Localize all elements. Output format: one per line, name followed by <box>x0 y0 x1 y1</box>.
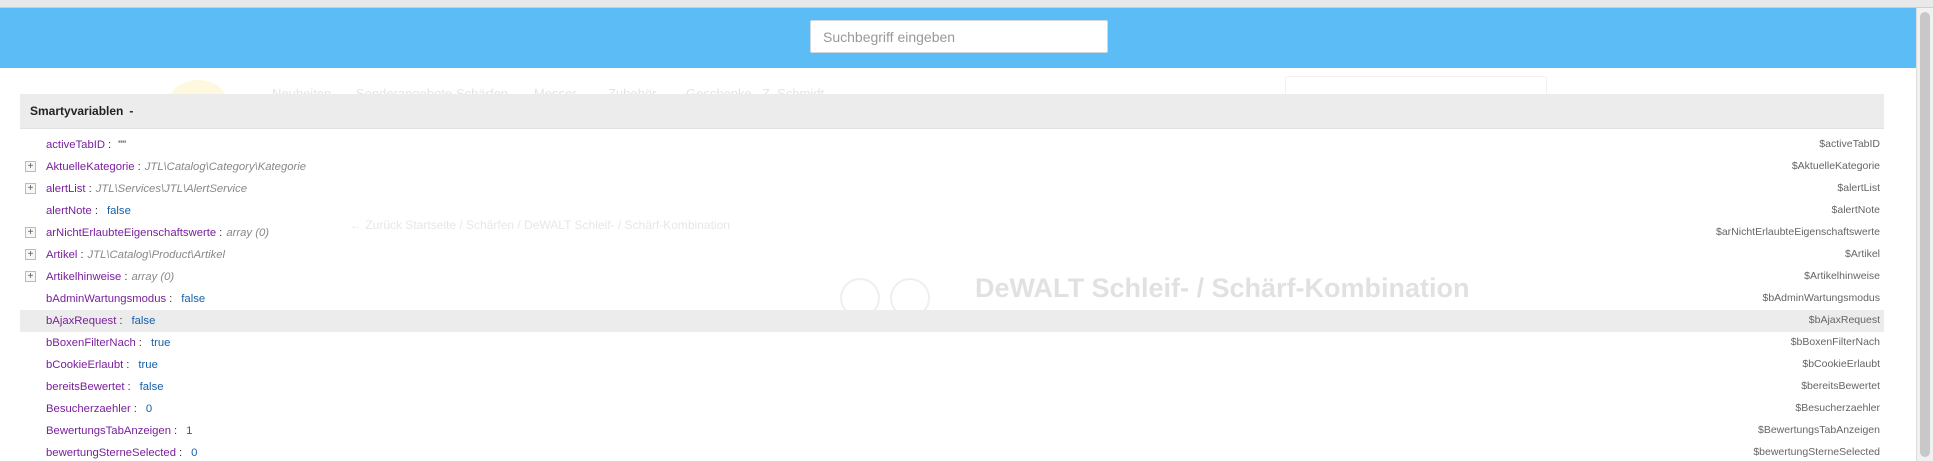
panel-title: Smartyvariablen <box>30 104 124 118</box>
separator: : <box>127 381 131 393</box>
variable-row: alertNote: false $alertNote <box>20 200 1884 222</box>
collapse-toggle[interactable]: - <box>129 104 133 118</box>
variable-name[interactable]: Artikelhinweise <box>46 271 121 283</box>
variable-path: $Artikelhinweise <box>1804 270 1880 282</box>
expand-icon[interactable]: + <box>25 271 36 282</box>
smarty-debug-panel: Smartyvariablen - activeTabID: "" $activeT… <box>20 94 1884 461</box>
variable-value: array (0) <box>131 271 175 283</box>
separator: : <box>219 227 223 239</box>
variable-path: $bAjaxRequest <box>1808 314 1880 326</box>
variable-name: bewertungSterneSelected <box>46 447 177 459</box>
variable-name[interactable]: alertList <box>46 183 86 195</box>
variable-path: $arNichtErlaubteEigenschaftswerte <box>1715 226 1880 238</box>
variable-row: bAdminWartungsmodus: false $bAdminWartungs… <box>20 288 1884 310</box>
variable-row: BewertungsTabAnzeigen:1 $BewertungsTabAnz… <box>20 420 1884 442</box>
expand-icon[interactable]: + <box>25 183 36 194</box>
variable-value: JTL\Catalog\Product\Artikel <box>87 249 226 261</box>
variable-name: bAjaxRequest <box>46 315 117 327</box>
variable-name: bereitsBewertet <box>46 381 125 393</box>
variable-row: + AktuelleKategorie: JTL\Catalog\Category\… <box>20 156 1884 178</box>
variable-row: + Artikel: JTL\Catalog\Product\Artikel $Art… <box>20 244 1884 266</box>
variable-value: false <box>106 205 131 217</box>
separator: : <box>169 293 173 305</box>
scrollbar-thumb[interactable] <box>1920 12 1930 457</box>
variable-value: 0 <box>191 447 198 459</box>
variable-value: false <box>181 293 206 305</box>
separator: : <box>126 359 130 371</box>
separator: : <box>94 205 98 217</box>
search-header <box>0 8 1916 68</box>
variable-row: activeTabID: "" $activeTabID <box>20 134 1884 156</box>
separator: : <box>124 271 128 283</box>
variable-name: Besucherzaehler <box>46 403 131 415</box>
expand-icon[interactable]: + <box>25 249 36 260</box>
variable-row: bBoxenFilterNach: true $bBoxenFilterNach <box>20 332 1884 354</box>
variable-row: + Artikelhinweise: array (0) $Artikelhinwei… <box>20 266 1884 288</box>
separator: : <box>173 425 178 437</box>
variable-row: + arNichtErlaubteEigenschaftswerte: array … <box>20 222 1884 244</box>
variable-path: $bCookieErlaubt <box>1802 358 1880 370</box>
variable-path: $bBoxenFilterNach <box>1790 336 1880 348</box>
variable-value: false <box>131 315 156 327</box>
variable-value: array (0) <box>226 227 269 239</box>
variable-value: JTL\Catalog\Category\Kategorie <box>144 161 307 173</box>
separator: : <box>137 161 141 173</box>
variable-path: $alertNote <box>1831 204 1880 216</box>
variable-path: $bewertungSterneSelected <box>1753 446 1880 458</box>
variable-value: JTL\Services\JTL\AlertService <box>95 183 247 195</box>
expand-icon[interactable]: + <box>25 161 36 172</box>
separator: : <box>80 249 84 261</box>
variable-row: bAjaxRequest: false $bAjaxRequest <box>20 310 1884 332</box>
separator: : <box>133 403 137 415</box>
variable-value: 1 <box>186 425 193 437</box>
panel-header[interactable]: Smartyvariablen - <box>20 94 1884 129</box>
variable-name: alertNote <box>46 205 92 217</box>
variable-row: Besucherzaehler:0 $Besucherzaehler <box>20 398 1884 420</box>
variable-name[interactable]: Artikel <box>46 249 77 261</box>
variable-path: $bAdminWartungsmodus <box>1762 292 1881 304</box>
expand-icon[interactable]: + <box>25 227 36 238</box>
variable-path: $BewertungsTabAnzeigen <box>1757 424 1880 436</box>
variable-path: $AktuelleKategorie <box>1791 160 1880 172</box>
variable-list: activeTabID: "" $activeTabID + AktuelleKateg… <box>20 134 1884 461</box>
variable-path: $Besucherzaehler <box>1795 402 1880 414</box>
variable-name[interactable]: AktuelleKategorie <box>46 161 135 173</box>
variable-path: $alertList <box>1837 182 1880 194</box>
separator: : <box>108 139 112 151</box>
variable-row: bereitsBewertet: false $bereitsBewertet <box>20 376 1884 398</box>
variable-name: bBoxenFilterNach <box>46 337 136 349</box>
variable-row: bCookieErlaubt: true $bCookieErlaubt <box>20 354 1884 376</box>
variable-path: $activeTabID <box>1819 138 1880 150</box>
browser-top-edge <box>0 0 1933 8</box>
search-input[interactable] <box>810 20 1108 53</box>
variable-name: BewertungsTabAnzeigen <box>46 425 171 437</box>
variable-value: true <box>150 337 171 349</box>
separator: : <box>179 447 183 459</box>
variable-name: bCookieErlaubt <box>46 359 124 371</box>
variable-path: $bereitsBewertet <box>1801 380 1880 392</box>
variable-row: + alertList: JTL\Services\JTL\AlertService… <box>20 178 1884 200</box>
scrollbar[interactable] <box>1916 8 1933 461</box>
separator: : <box>138 337 142 349</box>
variable-path: $Artikel <box>1844 248 1880 260</box>
variable-value: true <box>138 359 158 371</box>
variable-name: activeTabID <box>46 139 106 151</box>
variable-row: bewertungSterneSelected:0 $bewertungStern… <box>20 442 1884 461</box>
variable-value: "" <box>118 139 127 151</box>
separator: : <box>88 183 92 195</box>
separator: : <box>119 315 123 327</box>
variable-value: false <box>139 381 164 393</box>
variable-name[interactable]: arNichtErlaubteEigenschaftswerte <box>46 227 216 239</box>
variable-value: 0 <box>145 403 153 415</box>
variable-name: bAdminWartungsmodus <box>46 293 167 305</box>
